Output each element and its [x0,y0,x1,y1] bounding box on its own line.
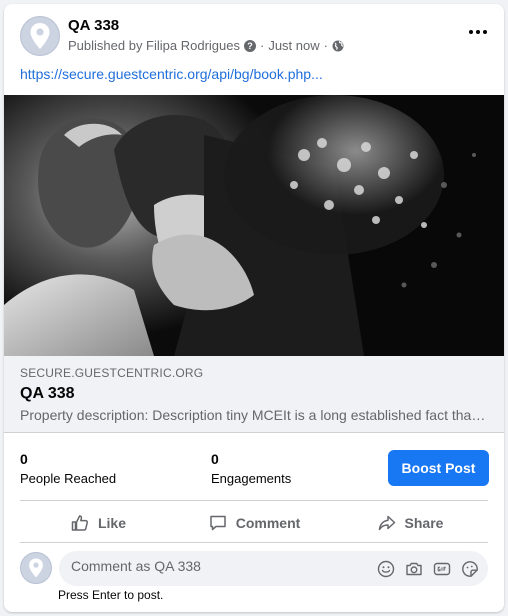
like-icon [71,515,88,531]
page-avatar[interactable] [20,16,60,56]
post-card: QA 338 Published by Filipa Rodrigues ? ·… [4,4,504,612]
post-image[interactable] [4,95,504,356]
preview-domain: SECURE.GUESTCENTRIC.ORG [20,366,204,380]
sticker-icon [462,561,478,577]
camera-button[interactable] [404,559,424,579]
gif-icon [433,562,451,576]
post-photo [4,95,504,356]
gif-button[interactable] [432,559,452,579]
post-meta: Published by Filipa Rodrigues ? · Just n… [68,38,344,53]
sticker-button[interactable] [460,559,480,579]
meta-separator: · [259,38,265,53]
comment-box [59,551,488,586]
more-icon [469,30,473,34]
divider [20,542,488,543]
post-insights: 0 People Reached 0 Engagements Boost Pos… [4,434,504,502]
comment-label: Comment [235,515,301,531]
comment-icon [209,515,226,531]
post-link[interactable]: https://secure.guestcentric.org/api/bg/b… [20,66,323,82]
share-button[interactable]: Share [332,504,488,542]
meta-separator: · [323,38,328,53]
preview-description: Property description: Description tiny M… [20,407,488,423]
comment-hint: Press Enter to post. [58,588,164,602]
emoji-button[interactable] [376,559,396,579]
like-button[interactable]: Like [20,504,176,542]
help-icon[interactable]: ? [243,39,256,52]
commenter-avatar[interactable] [20,552,52,584]
engagements-value: 0 [211,451,219,467]
comment-tools [376,559,480,579]
people-reached-label: People Reached [20,471,117,486]
people-reached-value: 0 [20,451,28,467]
divider [20,500,488,501]
page-name[interactable]: QA 338 [68,17,119,34]
location-pin-icon [29,558,43,578]
like-label: Like [97,515,126,531]
location-pin-icon [30,23,50,49]
engagements-label: Engagements [211,471,292,486]
post-header: QA 338 Published by Filipa Rodrigues ? ·… [4,4,504,60]
emoji-icon [377,560,395,578]
post-actions: Like Comment Share [4,504,504,542]
published-by: Published by Filipa Rodrigues [68,38,240,53]
link-preview[interactable]: SECURE.GUESTCENTRIC.ORG QA 338 Property … [4,356,504,433]
share-icon [378,515,395,531]
more-options-button[interactable] [466,24,490,40]
share-label: Share [404,515,444,531]
camera-icon [406,562,422,576]
post-time[interactable]: Just now [268,38,319,53]
comment-input[interactable] [71,558,371,574]
comment-composer [4,548,504,588]
globe-icon[interactable] [332,40,344,52]
boost-post-button[interactable]: Boost Post [388,450,489,486]
comment-button[interactable]: Comment [176,504,332,542]
preview-title: QA 338 [20,385,75,402]
